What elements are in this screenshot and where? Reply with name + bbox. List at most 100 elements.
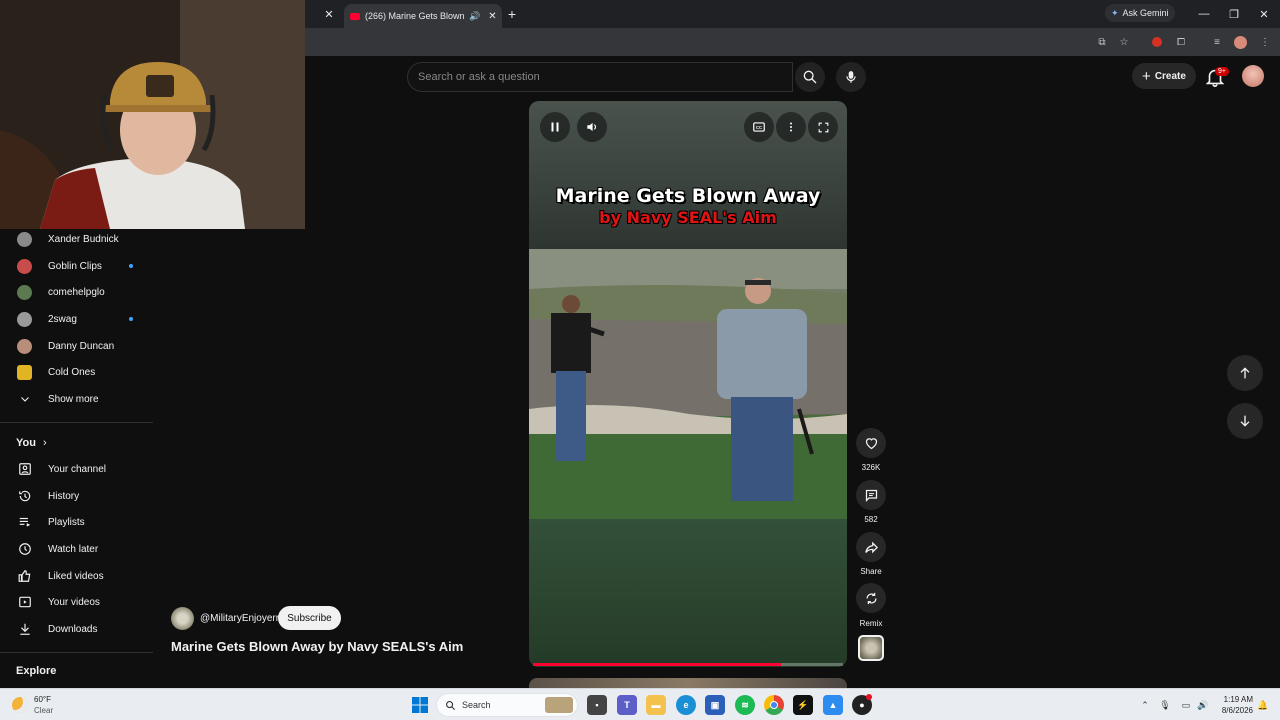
subscription-label: comehelpglo [48, 286, 105, 298]
channel-name[interactable]: @MilitaryEnjoyerr [200, 613, 279, 624]
sidebar-item-watch-later[interactable]: Watch later [0, 536, 153, 562]
install-app-icon[interactable]: ⧉ [1094, 34, 1110, 50]
subscribe-button[interactable]: Subscribe [278, 606, 341, 630]
webcam-person-image [0, 0, 305, 229]
channel-avatar [17, 231, 32, 247]
windows-taskbar: 60°F Clear Search ▪ T ▬ e ▣ ≋ ⚡ ▲ ● ⌃ 🎙 … [0, 688, 1280, 720]
tray-overflow-icon[interactable]: ⌃ [1138, 698, 1152, 712]
sidebar-item-your-videos[interactable]: Your videos [0, 589, 153, 615]
next-short-button[interactable] [1227, 403, 1263, 439]
tab-title: (266) Marine Gets Blown Aw [365, 11, 465, 21]
minimize-window-button[interactable]: — [1196, 6, 1212, 22]
task-view-icon[interactable]: ▪ [587, 695, 607, 715]
winamp-icon[interactable]: ⚡ [793, 695, 813, 715]
video-title[interactable]: Marine Gets Blown Away by Navy SEALS's A… [171, 639, 463, 654]
search-input[interactable]: Search or ask a question [407, 62, 793, 92]
file-explorer-icon[interactable]: ▬ [646, 695, 666, 715]
account-avatar[interactable] [1242, 65, 1264, 87]
shorts-video-player[interactable]: Marine Gets Blown Away by Navy SEAL's Ai… [529, 101, 847, 667]
channel-avatar[interactable] [171, 607, 194, 630]
subscription-item[interactable]: 2swag [0, 306, 153, 332]
your-videos-icon [18, 596, 31, 608]
you-section-header[interactable]: You › [16, 437, 47, 449]
shooting-range-scene [529, 249, 847, 519]
edge-icon[interactable]: e [676, 695, 696, 715]
store-icon[interactable]: ▣ [705, 695, 725, 715]
notification-count-badge: 9+ [1215, 67, 1229, 76]
subscription-item[interactable]: comehelpglo [0, 279, 153, 305]
sidebar-item-label: Watch later [48, 543, 99, 555]
video-progress-bar[interactable] [533, 663, 843, 666]
notification-bell-icon[interactable]: 🔔 [1256, 698, 1270, 712]
caption-line-2: by Navy SEAL's Aim [599, 208, 777, 227]
close-window-button[interactable]: ✕ [1256, 6, 1272, 22]
more-options-button[interactable] [776, 112, 806, 142]
like-icon [18, 570, 30, 582]
close-tab-icon[interactable]: ✕ [488, 11, 496, 22]
next-short-preview [529, 678, 847, 688]
teams-icon[interactable]: T [617, 695, 637, 715]
subscription-item[interactable]: Goblin Clips [0, 253, 153, 279]
volume-button[interactable] [577, 112, 607, 142]
ask-gemini-label: Ask Gemini [1122, 8, 1169, 18]
tab-youtube[interactable]: (266) Marine Gets Blown Aw 🔊 ✕ [344, 4, 502, 28]
extension-red-icon[interactable] [1149, 34, 1165, 50]
browser-menu-icon[interactable]: ⋮ [1257, 34, 1273, 50]
show-more-label: Show more [48, 393, 99, 405]
sidebar-item-label: Your channel [48, 463, 107, 475]
weather-condition[interactable]: Clear [34, 706, 53, 715]
subscription-item[interactable]: Xander Budnick [0, 226, 153, 252]
search-button[interactable] [795, 62, 825, 92]
show-more-button[interactable]: Show more [0, 386, 153, 412]
sidebar-item-playlists[interactable]: Playlists [0, 509, 153, 535]
new-content-dot [129, 264, 133, 268]
create-button[interactable]: + Create [1132, 63, 1196, 89]
gemini-sparkle-icon: ✦ [1111, 7, 1119, 18]
network-icon[interactable]: ▭ [1179, 698, 1193, 712]
clock-date[interactable]: 8/6/2026 [1215, 706, 1253, 715]
sidebar-item-label: Downloads [48, 623, 98, 635]
extensions-puzzle-icon[interactable]: ⧠ [1173, 34, 1189, 50]
sidebar-item-history[interactable]: History [0, 483, 153, 509]
weather-temperature[interactable]: 60°F [34, 695, 51, 704]
spotify-icon[interactable]: ≋ [735, 695, 755, 715]
subscription-item[interactable]: Danny Duncan [0, 333, 153, 359]
bookmark-star-icon[interactable]: ☆ [1116, 34, 1132, 50]
fullscreen-button[interactable] [808, 112, 838, 142]
captions-button[interactable]: CC [744, 112, 774, 142]
like-button[interactable] [856, 428, 886, 458]
comment-count: 582 [864, 515, 878, 524]
like-count: 326K [861, 463, 881, 472]
speaker-icon[interactable]: 🔊 [1196, 698, 1210, 712]
previous-short-button[interactable] [1227, 355, 1263, 391]
voice-search-button[interactable] [836, 62, 866, 92]
close-previous-tab-icon[interactable]: ✕ [321, 6, 337, 22]
photos-icon[interactable]: ▲ [823, 695, 843, 715]
media-controls-icon[interactable]: ≡ [1209, 34, 1225, 50]
share-button[interactable] [856, 532, 886, 562]
profile-avatar-icon[interactable] [1232, 34, 1248, 50]
share-icon [864, 541, 878, 553]
chrome-icon[interactable] [764, 695, 784, 715]
channel-avatar [17, 258, 32, 274]
windows-start-icon[interactable] [410, 695, 430, 715]
sidebar-item-liked-videos[interactable]: Liked videos [0, 563, 153, 589]
audio-source-thumbnail[interactable] [858, 635, 884, 661]
audio-playing-icon[interactable]: 🔊 [469, 11, 480, 22]
sidebar-item-your-channel[interactable]: Your channel [0, 456, 153, 482]
comments-button[interactable] [856, 480, 886, 510]
new-tab-button[interactable]: + [504, 6, 520, 22]
taskbar-search[interactable]: Search [436, 693, 578, 717]
moon-weather-icon[interactable] [12, 697, 28, 713]
subscription-label: 2swag [48, 313, 77, 325]
ask-gemini-button[interactable]: ✦ Ask Gemini [1105, 4, 1175, 22]
remix-button[interactable] [856, 583, 886, 613]
sidebar-item-downloads[interactable]: Downloads [0, 616, 153, 642]
pause-button[interactable] [540, 112, 570, 142]
subscription-item[interactable]: Cold Ones [0, 359, 153, 385]
restore-window-button[interactable]: ❐ [1226, 6, 1242, 22]
microphone-tray-icon[interactable]: 🎙 [1158, 698, 1172, 712]
clock-time[interactable]: 1:19 AM [1219, 695, 1253, 704]
sidebar-item-label: Playlists [48, 516, 85, 528]
search-icon [803, 70, 817, 84]
